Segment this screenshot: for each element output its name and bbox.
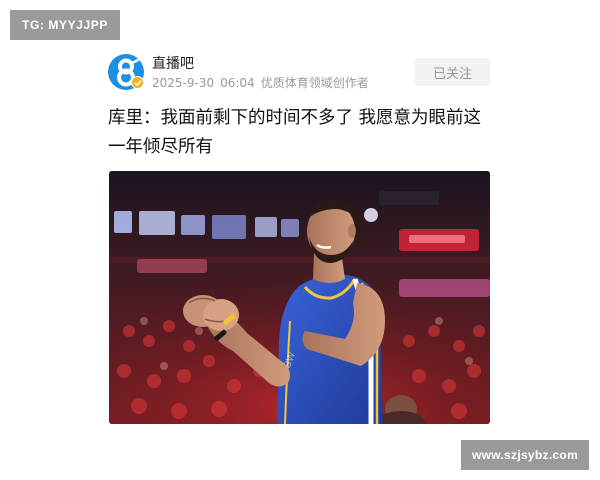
follow-button[interactable]: 已关注 xyxy=(415,58,490,86)
page: TG: MYYJJPP 直播吧 2025-9-30 06:04 优质体育领域创作者 … xyxy=(0,0,600,480)
post-title: 库里：我面前剩下的时间不多了 我愿意为眼前这一年倾尽所有 xyxy=(108,108,482,157)
verified-badge-icon xyxy=(131,76,144,89)
player-photo-image: GSW xyxy=(109,171,490,424)
watermark-top-left: TG: MYYJJPP xyxy=(10,10,120,40)
watermark-bottom-right: www.szjsybz.com xyxy=(461,440,589,470)
post-meta: 2025-9-30 06:04 优质体育领域创作者 xyxy=(152,74,369,91)
post-time: 06:04 xyxy=(220,76,255,90)
author-tag: 优质体育领域创作者 xyxy=(260,76,369,90)
post-photo[interactable]: GSW xyxy=(109,171,490,424)
author-name[interactable]: 直播吧 xyxy=(152,53,194,73)
post-date: 2025-9-30 xyxy=(152,76,215,90)
